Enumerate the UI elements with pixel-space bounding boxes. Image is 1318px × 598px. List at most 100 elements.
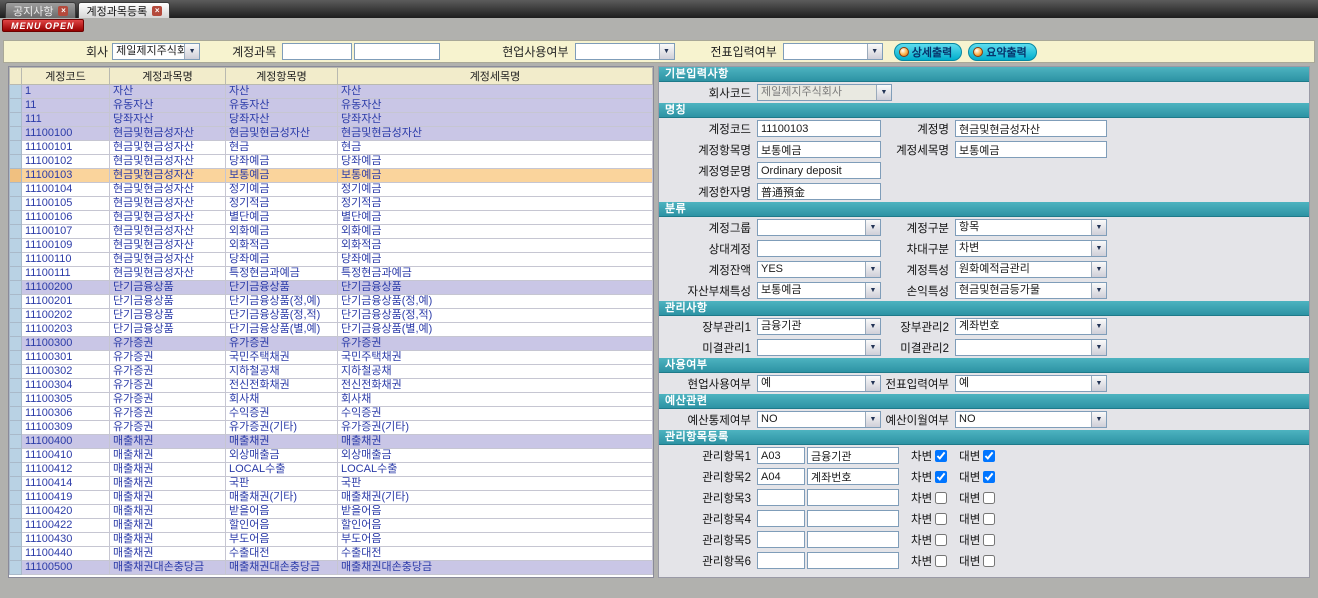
tab-notice[interactable]: 공지사항 × bbox=[5, 2, 76, 18]
row-selector[interactable] bbox=[10, 197, 22, 211]
table-row[interactable]: 11100202단기금융상품단기금융상품(정,적)단기금융상품(정,적) bbox=[10, 309, 653, 323]
table-row[interactable]: 11100400매출채권매출채권매출채권 bbox=[10, 435, 653, 449]
table-row[interactable]: 11100110현금및현금성자산당좌예금당좌예금 bbox=[10, 253, 653, 267]
row-selector[interactable] bbox=[10, 477, 22, 491]
table-row[interactable]: 11100300유가증권유가증권유가증권 bbox=[10, 337, 653, 351]
detail-print-button[interactable]: 상세출력 bbox=[894, 43, 962, 61]
company-select[interactable]: 제일제지주식회사 ▼ bbox=[112, 43, 200, 60]
mgmt-item-code-input[interactable] bbox=[757, 510, 805, 527]
menu-open-button[interactable]: MENU OPEN bbox=[2, 19, 84, 32]
table-row[interactable]: 11100309유가증권유가증권(기타)유가증권(기타) bbox=[10, 421, 653, 435]
row-selector[interactable] bbox=[10, 323, 22, 337]
table-row[interactable]: 11100412매출채권LOCAL수출LOCAL수출 bbox=[10, 463, 653, 477]
table-row[interactable]: 11100419매출채권매출채권(기타)매출채권(기타) bbox=[10, 491, 653, 505]
row-selector[interactable] bbox=[10, 351, 22, 365]
mgmt-item-name-input[interactable] bbox=[807, 447, 899, 464]
table-row[interactable]: 11100200단기금융상품단기금융상품단기금융상품 bbox=[10, 281, 653, 295]
credit-checkbox[interactable] bbox=[983, 450, 995, 462]
mgmt-item-name-input[interactable] bbox=[807, 468, 899, 485]
mgmt-item-code-input[interactable] bbox=[757, 468, 805, 485]
mgmt-item-name-input[interactable] bbox=[807, 552, 899, 569]
account-balance-select[interactable]: YES ▼ bbox=[757, 261, 881, 278]
credit-checkbox[interactable] bbox=[983, 513, 995, 525]
table-row[interactable]: 11100430매출채권부도어음부도어음 bbox=[10, 533, 653, 547]
header-name[interactable]: 계정과목명 bbox=[110, 68, 226, 85]
pl-trait-select[interactable]: 현금및현금등가물 ▼ bbox=[955, 282, 1107, 299]
row-selector[interactable] bbox=[10, 505, 22, 519]
summary-print-button[interactable]: 요약출력 bbox=[968, 43, 1036, 61]
company-code-select[interactable]: 제일제지주식회사 ▼ bbox=[757, 84, 892, 101]
row-selector[interactable] bbox=[10, 253, 22, 267]
table-row[interactable]: 11100422매출채권할인어음할인어음 bbox=[10, 519, 653, 533]
table-row[interactable]: 11100306유가증권수익증권수익증권 bbox=[10, 407, 653, 421]
row-selector[interactable] bbox=[10, 309, 22, 323]
header-item[interactable]: 계정항목명 bbox=[226, 68, 338, 85]
debit-checkbox[interactable] bbox=[935, 492, 947, 504]
table-row[interactable]: 11100100현금및현금성자산현금및현금성자산현금및현금성자산 bbox=[10, 127, 653, 141]
row-selector[interactable] bbox=[10, 449, 22, 463]
row-selector[interactable] bbox=[10, 183, 22, 197]
debit-checkbox[interactable] bbox=[935, 513, 947, 525]
row-selector[interactable] bbox=[10, 463, 22, 477]
table-row[interactable]: 11100102현금및현금성자산당좌예금당좌예금 bbox=[10, 155, 653, 169]
dc-division-select[interactable]: 차변 ▼ bbox=[955, 240, 1107, 257]
budget-carryover-select[interactable]: NO ▼ bbox=[955, 411, 1107, 428]
account-code-input[interactable] bbox=[282, 43, 352, 60]
row-selector[interactable] bbox=[10, 407, 22, 421]
row-selector[interactable] bbox=[10, 239, 22, 253]
table-row[interactable]: 11100104현금및현금성자산정기예금정기예금 bbox=[10, 183, 653, 197]
row-selector[interactable] bbox=[10, 169, 22, 183]
table-row[interactable]: 11100301유가증권국민주택채권국민주택채권 bbox=[10, 351, 653, 365]
asset-trait-select[interactable]: 보통예금 ▼ bbox=[757, 282, 881, 299]
credit-checkbox[interactable] bbox=[983, 555, 995, 567]
row-selector[interactable] bbox=[10, 267, 22, 281]
pending1-select[interactable]: ▼ bbox=[757, 339, 881, 356]
mgmt-item-code-input[interactable] bbox=[757, 552, 805, 569]
pending2-select[interactable]: ▼ bbox=[955, 339, 1107, 356]
credit-checkbox[interactable] bbox=[983, 471, 995, 483]
row-selector[interactable] bbox=[10, 547, 22, 561]
account-trait-select[interactable]: 원화예적금관리 ▼ bbox=[955, 261, 1107, 278]
mgmt-item-code-input[interactable] bbox=[757, 489, 805, 506]
table-row[interactable]: 11100101현금및현금성자산현금현금 bbox=[10, 141, 653, 155]
row-selector[interactable] bbox=[10, 141, 22, 155]
mgmt-item-code-input[interactable] bbox=[757, 447, 805, 464]
table-row[interactable]: 11100109현금및현금성자산외화적금외화적금 bbox=[10, 239, 653, 253]
mgmt-item-name-input[interactable] bbox=[807, 531, 899, 548]
table-row[interactable]: 111당좌자산당좌자산당좌자산 bbox=[10, 113, 653, 127]
row-selector[interactable] bbox=[10, 393, 22, 407]
row-selector[interactable] bbox=[10, 365, 22, 379]
table-row[interactable]: 11유동자산유동자산유동자산 bbox=[10, 99, 653, 113]
account-name-input[interactable] bbox=[354, 43, 440, 60]
close-icon[interactable]: × bbox=[152, 6, 162, 16]
row-selector[interactable] bbox=[10, 225, 22, 239]
table-row[interactable]: 11100414매출채권국판국판 bbox=[10, 477, 653, 491]
mgmt-item-code-input[interactable] bbox=[757, 531, 805, 548]
row-selector[interactable] bbox=[10, 113, 22, 127]
account-name-field[interactable] bbox=[955, 120, 1107, 137]
account-division-select[interactable]: 항목 ▼ bbox=[955, 219, 1107, 236]
debit-checkbox[interactable] bbox=[935, 555, 947, 567]
tab-account-registration[interactable]: 계정과목등록 × bbox=[78, 2, 170, 18]
account-code-field[interactable] bbox=[757, 120, 881, 137]
header-detail[interactable]: 계정세목명 bbox=[338, 68, 653, 85]
english-name-field[interactable] bbox=[757, 162, 881, 179]
item-name-field[interactable] bbox=[757, 141, 881, 158]
slip-entry-select[interactable]: ▼ bbox=[783, 43, 883, 60]
budget-control-select[interactable]: NO ▼ bbox=[757, 411, 881, 428]
row-selector[interactable] bbox=[10, 85, 22, 99]
counter-account-field[interactable] bbox=[757, 240, 881, 257]
debit-checkbox[interactable] bbox=[935, 450, 947, 462]
table-row[interactable]: 1자산자산자산 bbox=[10, 85, 653, 99]
row-selector[interactable] bbox=[10, 337, 22, 351]
row-selector[interactable] bbox=[10, 561, 22, 575]
debit-checkbox[interactable] bbox=[935, 471, 947, 483]
debit-checkbox[interactable] bbox=[935, 534, 947, 546]
table-row[interactable]: 11100500매출채권대손충당금매출채권대손충당금매출채권대손충당금 bbox=[10, 561, 653, 575]
close-icon[interactable]: × bbox=[58, 6, 68, 16]
slip-entry-detail-select[interactable]: 예 ▼ bbox=[955, 375, 1107, 392]
account-group-select[interactable]: ▼ bbox=[757, 219, 881, 236]
table-row[interactable]: 11100201단기금융상품단기금융상품(정,예)단기금융상품(정,예) bbox=[10, 295, 653, 309]
table-row[interactable]: 11100410매출채권외상매출금외상매출금 bbox=[10, 449, 653, 463]
row-selector[interactable] bbox=[10, 421, 22, 435]
